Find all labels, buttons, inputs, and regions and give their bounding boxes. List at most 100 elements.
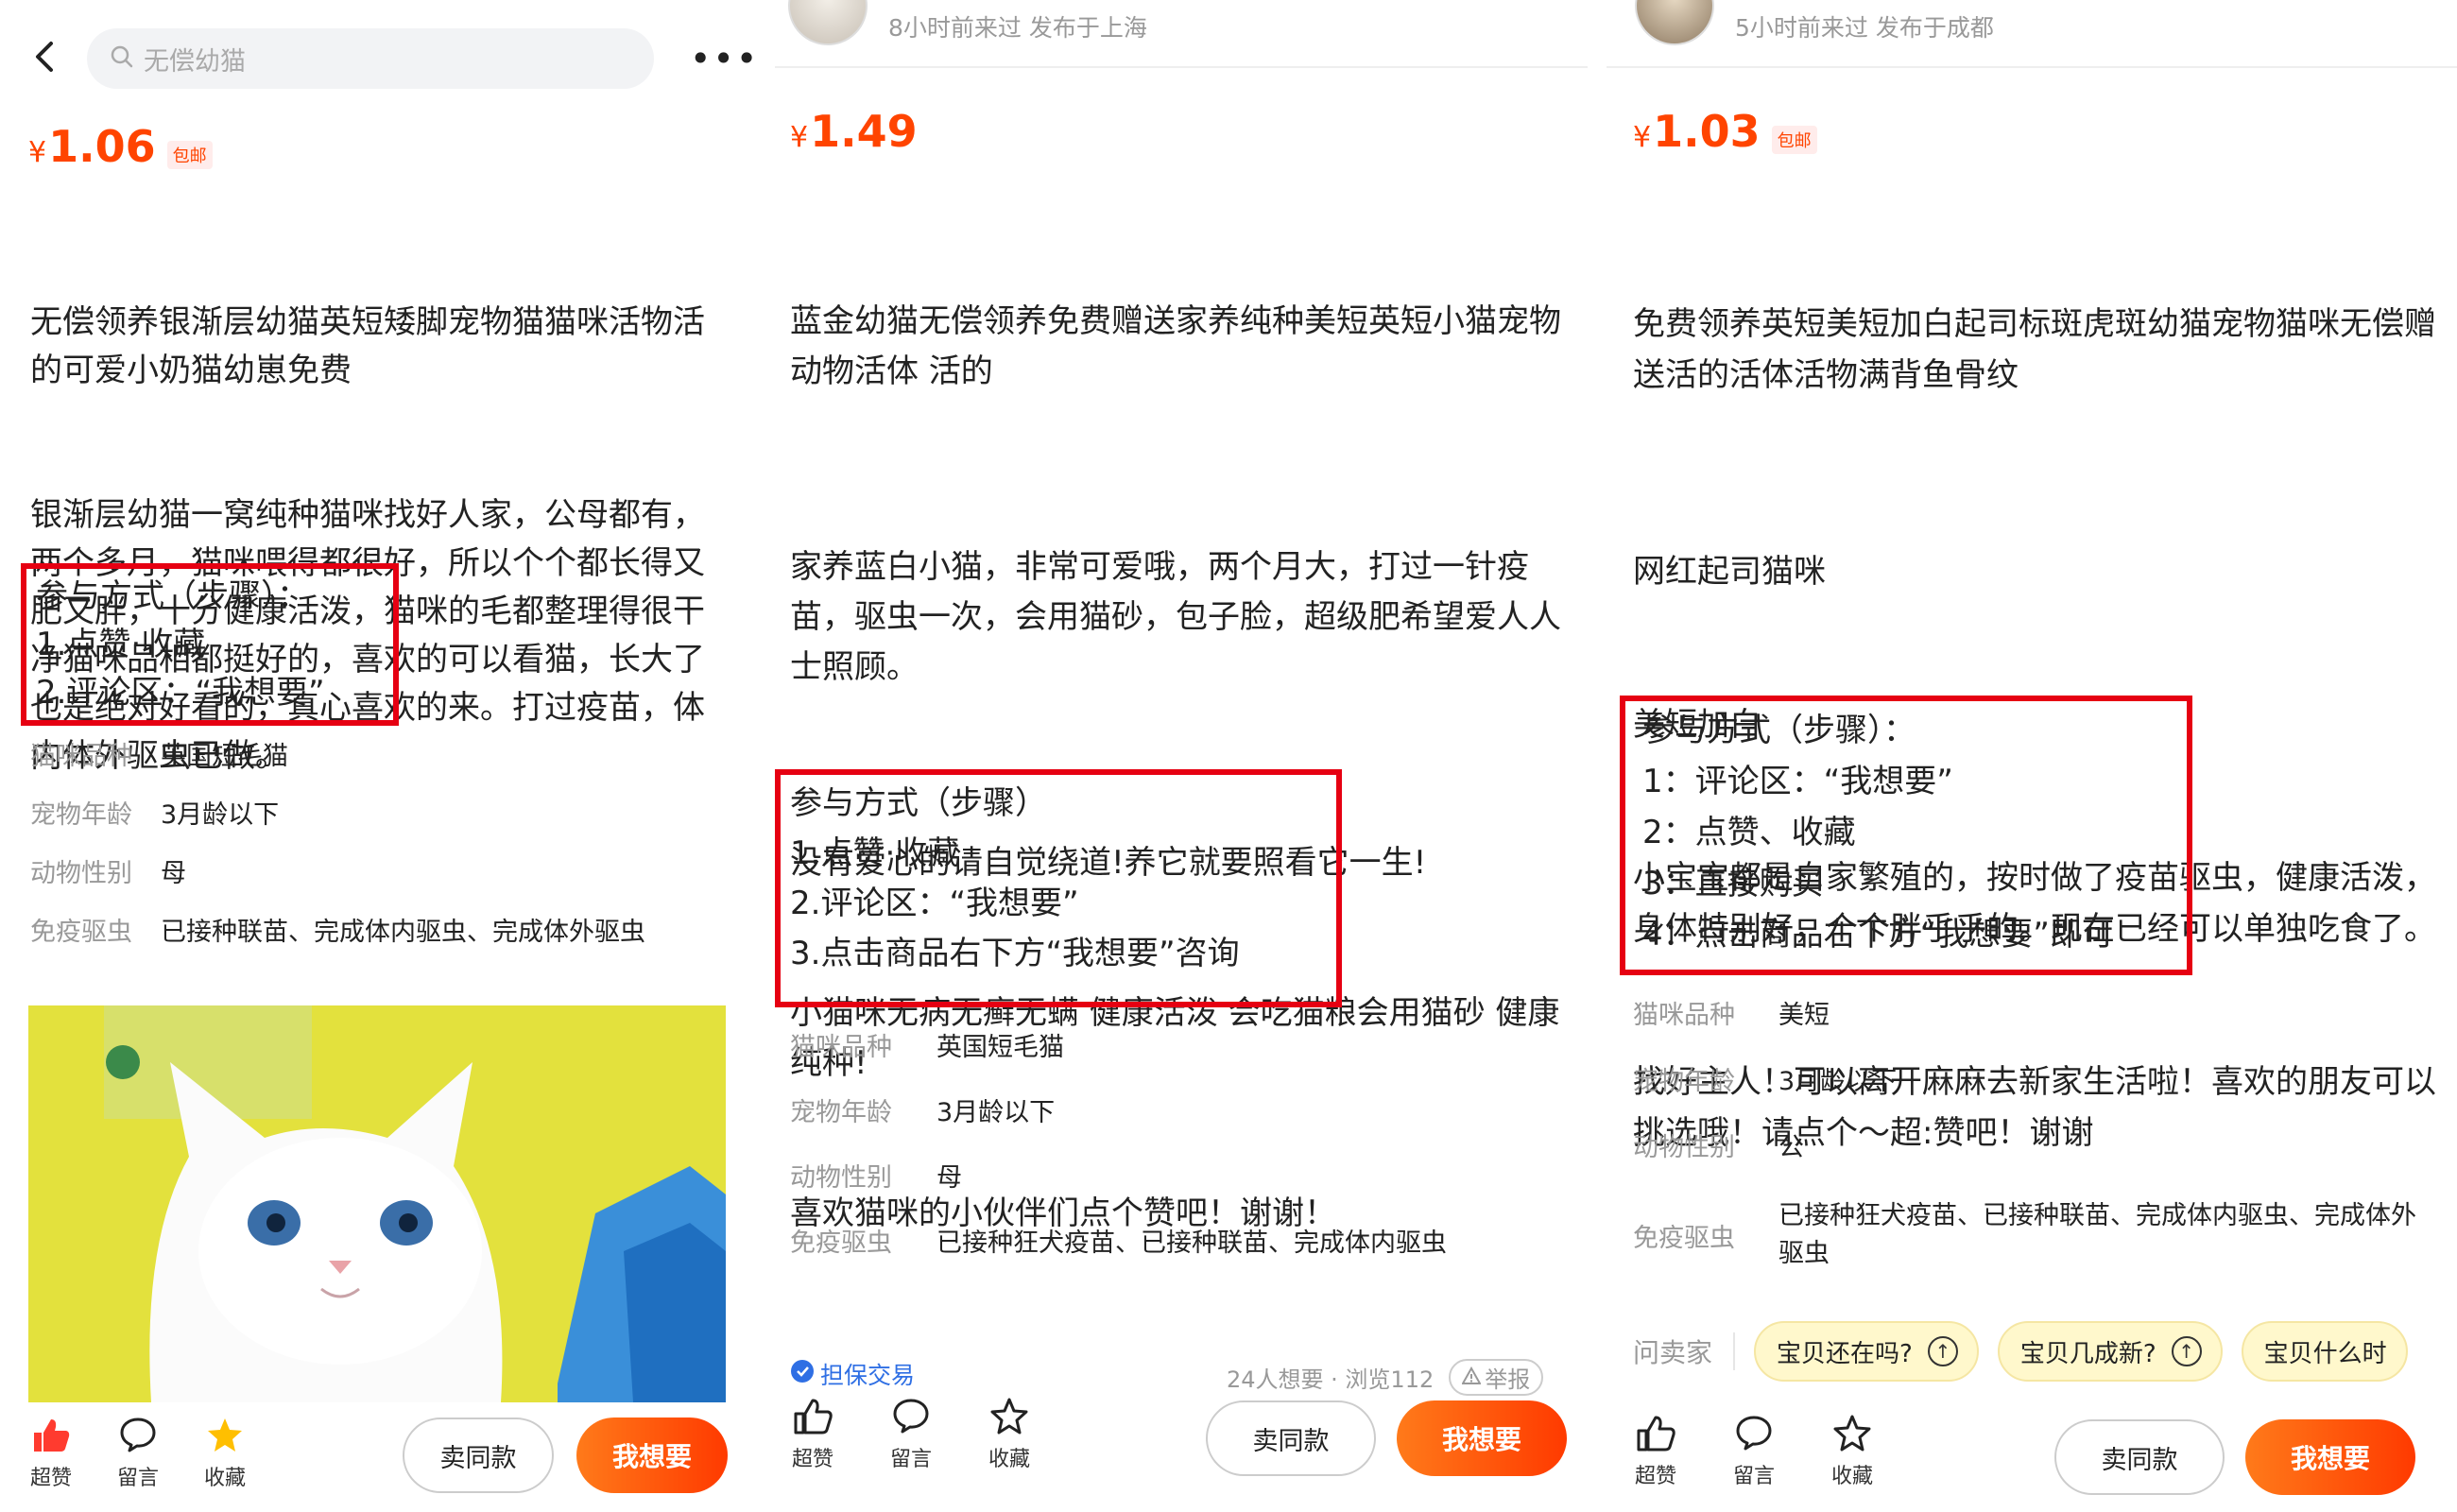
comment-button[interactable]: 留言	[1716, 1414, 1792, 1489]
attr-value: 已接种狂犬疫苗、已接种联苗、完成体内驱虫	[936, 1228, 1447, 1258]
attr-key: 猫咪品种	[1633, 1001, 1735, 1030]
attr-value: 母	[161, 859, 186, 888]
report-button[interactable]: 举报	[1449, 1359, 1544, 1396]
price: ¥ 1.49	[790, 106, 918, 157]
attr-value: 3月龄以下	[936, 1098, 1056, 1127]
attr-key: 猫咪品种	[790, 1033, 892, 1062]
quick-question-chip[interactable]: 宝贝什么时	[2241, 1321, 2408, 1382]
comment-label: 留言	[1732, 1465, 1775, 1488]
step-item: 3.点击商品右下方“我想要”咨询	[790, 935, 1240, 972]
comment-button[interactable]: 留言	[873, 1397, 949, 1472]
seller-avatar[interactable]	[1635, 0, 1714, 45]
search-placeholder: 无偿幼猫	[144, 46, 246, 77]
attr-row-age: 宠物年龄 3月龄以下	[1633, 1060, 2436, 1126]
attr-row-breed: 猫咪品种 美短	[1633, 994, 2436, 1060]
listing-body: 家养蓝白小猫，非常可爱哦，两个月大，打过一针疫苗，驱虫一次，会用猫砂，包子脸，超…	[790, 548, 1561, 686]
sell-same-button[interactable]: 卖同款	[1206, 1400, 1376, 1476]
sell-same-button[interactable]: 卖同款	[403, 1418, 554, 1493]
steps-heading: 参与方式（步骤）：	[1642, 712, 1916, 749]
steps-heading: 参与方式（步骤）：	[36, 577, 309, 615]
attr-row-breed: 猫咪品种 英国短毛猫	[30, 735, 730, 794]
step-item: 4：点击商品右下方“我想要”即可	[1642, 916, 2114, 954]
search-input[interactable]: 无偿幼猫	[87, 28, 654, 89]
back-arrow-icon[interactable]	[26, 38, 64, 76]
thumbs-up-icon	[1635, 1414, 1676, 1455]
quick-question-chip[interactable]: 宝贝几成新? ↑	[1997, 1321, 2223, 1382]
comment-button[interactable]: 留言	[100, 1416, 176, 1491]
ask-seller-bar: 问卖家 宝贝还在吗? ↑ 宝贝几成新? ↑ 宝贝什么时	[1633, 1321, 2457, 1382]
price-amount: 1.06	[48, 121, 156, 172]
favorite-label: 收藏	[203, 1467, 246, 1490]
price: ¥ 1.03 包邮	[1633, 106, 1817, 157]
attr-key: 宠物年龄	[1633, 1067, 1735, 1096]
guaranteed-trade-label: 担保交易	[820, 1362, 916, 1389]
step-item: 2.评论区：“我想要”	[36, 674, 325, 712]
participation-steps-box: 参与方式（步骤） 1.点赞·收藏 2.评论区：“我想要” 3.点击商品右下方“我…	[775, 769, 1342, 1007]
seller-activity-text: 8小时前来过 发布于上海	[888, 14, 1147, 42]
step-item: 1.点赞·收藏	[790, 834, 960, 872]
attr-value: 已接种联苗、完成体内驱虫、完成体外驱虫	[161, 918, 645, 947]
thumbs-up-icon	[792, 1397, 833, 1438]
attr-key: 免疫驱虫	[30, 918, 132, 947]
seller-avatar[interactable]	[788, 0, 868, 45]
participation-steps-box: 参与方式（步骤）： 1.点赞·收藏 2.评论区：“我想要”	[21, 563, 399, 726]
i-want-button[interactable]: 我想要	[2245, 1419, 2415, 1495]
arrow-up-icon: ↑	[1927, 1336, 1958, 1366]
currency-symbol: ¥	[1633, 121, 1652, 154]
attr-value: 公	[1778, 1133, 1804, 1162]
like-button[interactable]: 超赞	[1618, 1414, 1693, 1489]
attr-key: 动物性别	[30, 859, 132, 888]
listing-stats: 24人想要 · 浏览112 举报	[1227, 1359, 1544, 1396]
arrow-up-icon: ↑	[2171, 1336, 2202, 1366]
currency-symbol: ¥	[790, 121, 809, 154]
step-item: 1：评论区：“我想要”	[1642, 763, 1953, 800]
price-amount: 1.49	[810, 106, 918, 157]
more-options-icon[interactable]: •••	[690, 40, 756, 77]
shield-icon	[790, 1359, 815, 1389]
star-icon	[1832, 1414, 1872, 1455]
attr-key: 宠物年龄	[30, 800, 132, 830]
guaranteed-trade-link[interactable]: 担保交易	[790, 1357, 915, 1391]
kitten-photo[interactable]	[28, 1005, 726, 1402]
free-shipping-badge: 包邮	[1771, 126, 1817, 154]
attr-key: 动物性别	[790, 1163, 892, 1193]
i-want-button[interactable]: 我想要	[576, 1418, 728, 1493]
i-want-button[interactable]: 我想要	[1397, 1400, 1567, 1476]
bottom-action-bar: 超赞 留言 收藏 卖同款 我想要	[0, 1408, 756, 1512]
comment-bubble-icon	[891, 1397, 931, 1438]
attr-key: 宠物年龄	[790, 1098, 892, 1127]
comment-label: 留言	[889, 1448, 932, 1471]
step-item: 2：点赞、收藏	[1642, 814, 1856, 851]
attr-key: 猫咪品种	[30, 742, 132, 771]
favorite-button[interactable]: 收藏	[1814, 1414, 1890, 1489]
price: ¥ 1.06 包邮	[28, 121, 213, 172]
attr-key: 免疫驱虫	[1633, 1223, 1735, 1253]
steps-heading: 参与方式（步骤）	[790, 784, 1047, 822]
seller-activity-text: 5小时前来过 发布于成都	[1735, 14, 1994, 42]
sell-same-button[interactable]: 卖同款	[2054, 1419, 2225, 1495]
like-button[interactable]: 超赞	[13, 1416, 89, 1491]
like-button[interactable]: 超赞	[775, 1397, 850, 1472]
step-item: 1.点赞·收藏	[36, 626, 206, 663]
listing-title: 无偿领养银渐层幼猫英短矮脚宠物猫猫咪活物活的可爱小奶猫幼崽免费	[30, 303, 705, 389]
like-label: 超赞	[29, 1467, 72, 1490]
comment-bubble-icon	[1734, 1414, 1774, 1455]
chip-label: 宝贝还在吗?	[1777, 1339, 1913, 1368]
attr-value: 3月龄以下	[1778, 1067, 1898, 1096]
report-label: 举报	[1485, 1366, 1531, 1393]
seller-info-row: 5小时前来过 发布于成都	[1606, 0, 2457, 68]
favorite-button[interactable]: 收藏	[187, 1416, 263, 1491]
listing-panel-2: 8小时前来过 发布于上海 ¥ 1.49 蓝金幼猫无偿领养免费赠送家养纯种美短英短…	[775, 0, 1588, 1512]
like-label: 超赞	[1634, 1465, 1676, 1488]
quick-question-chip[interactable]: 宝贝还在吗? ↑	[1754, 1321, 1979, 1382]
attributes-list: 猫咪品种 英国短毛猫 宠物年龄 3月龄以下 动物性别 母 免疫驱虫 已接种狂犬疫…	[790, 1026, 1565, 1287]
attr-value: 英国短毛猫	[936, 1033, 1064, 1062]
attr-value: 英国短毛猫	[161, 742, 288, 771]
attr-row-vaccine: 免疫驱虫 已接种狂犬疫苗、已接种联苗、完成体内驱虫	[790, 1222, 1565, 1287]
favorite-button[interactable]: 收藏	[971, 1397, 1047, 1472]
attr-row-breed: 猫咪品种 英国短毛猫	[790, 1026, 1565, 1091]
want-view-counts: 24人想要 · 浏览112	[1227, 1366, 1435, 1393]
attr-row-gender: 动物性别 母	[30, 852, 730, 911]
attr-row-gender: 动物性别 公	[1633, 1126, 2436, 1193]
listing-panel-3: 5小时前来过 发布于成都 ¥ 1.03 包邮 免费领养英短美短加白起司标斑虎斑幼…	[1606, 0, 2457, 1512]
